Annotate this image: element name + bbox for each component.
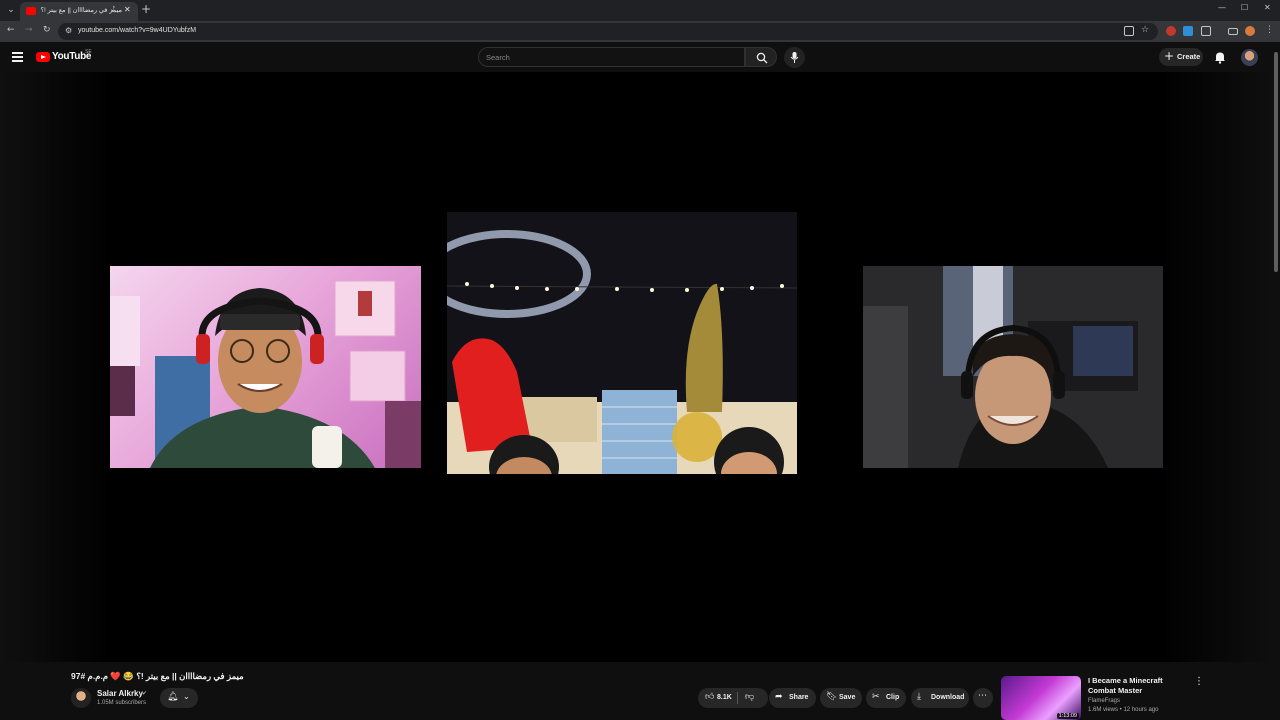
more-horizontal-icon: ⋯ (978, 691, 987, 701)
youtube-header: YouTube SE Search + Create (0, 42, 1280, 72)
forward-icon[interactable]: → (25, 25, 33, 35)
verified-badge-icon: ✔ (142, 690, 148, 697)
tab-search-icon[interactable]: ⌄ (4, 3, 18, 17)
download-label: Download (931, 694, 965, 701)
recommended-more-icon[interactable]: ⋮ (1194, 676, 1204, 687)
browser-toolbar: ← → ↻ ⚙ youtube.com/watch?v=9w4UDYubfzM … (0, 21, 1280, 42)
subscriber-count: 1.05M subscribers (97, 700, 147, 706)
browser-tab-bar: ⌄ ميمز في رمضاااان || مع بيتر !؟ 😂 ❤️ م.… (0, 0, 1280, 21)
page-scrollbar[interactable] (1272, 42, 1280, 720)
new-tab-icon[interactable]: + (141, 2, 151, 16)
recommended-channel[interactable]: FlameFrags (1088, 698, 1120, 704)
youtube-logo-icon[interactable] (36, 52, 50, 62)
create-button[interactable]: + Create (1159, 48, 1203, 66)
voice-search-button[interactable] (784, 47, 805, 68)
channel-avatar[interactable] (71, 688, 91, 708)
bell-icon: 🔔︎ (167, 692, 179, 702)
scissors-icon: ✂ (872, 692, 880, 702)
video-duration: 1:13:09 (1056, 713, 1079, 719)
profile-icon[interactable] (1245, 26, 1255, 36)
install-app-icon[interactable] (1124, 26, 1134, 36)
download-button[interactable]: ⤓ Download (911, 688, 969, 708)
search-button[interactable] (745, 47, 777, 67)
country-code: SE (85, 49, 92, 55)
like-icon[interactable]: 👍︎ (705, 692, 714, 702)
player-edge-right (1162, 72, 1280, 662)
media-control-icon[interactable] (1228, 28, 1238, 35)
center-video-clip (447, 212, 797, 474)
tab-close-icon[interactable]: ✕ (124, 5, 131, 14)
video-title: ميمز في رمضاااان || مع بيتر !؟ 😂 ❤️ م.م.… (71, 671, 244, 681)
recommended-thumbnail[interactable]: 1:13:09 (1001, 676, 1081, 720)
save-button[interactable]: 🔖︎ Save (820, 688, 862, 708)
url-text: youtube.com/watch?v=9w4UDYubfzM (78, 27, 197, 34)
scrollbar-thumb[interactable] (1274, 52, 1278, 272)
like-count[interactable]: 8.1K (717, 694, 732, 701)
channel-name[interactable]: Salar Alkrky (97, 689, 143, 698)
address-bar[interactable]: ⚙ youtube.com/watch?v=9w4UDYubfzM (58, 23, 1158, 40)
minimize-icon[interactable]: — (1218, 3, 1226, 12)
site-info-icon[interactable]: ⚙ (65, 26, 72, 35)
browser-tab[interactable]: ميمز في رمضاااان || مع بيتر !؟ 😂 ❤️ م.م.… (20, 2, 138, 21)
plus-icon: + (1164, 49, 1175, 63)
maximize-icon[interactable]: ☐ (1241, 3, 1248, 12)
share-button[interactable]: ➦ Share (769, 688, 816, 708)
microphone-icon (790, 52, 799, 63)
like-dislike-group: 👍︎ 8.1K 👎︎ (698, 688, 768, 708)
more-actions-button[interactable]: ⋯ (973, 688, 993, 708)
back-icon[interactable]: ← (7, 25, 15, 35)
extensions-puzzle-icon[interactable] (1201, 26, 1211, 36)
recommended-title[interactable]: I Became a Minecraft Combat Master (1088, 676, 1188, 696)
chevron-down-icon: ⌄ (183, 692, 190, 701)
dislike-icon[interactable]: 👎︎ (745, 692, 754, 702)
recommended-meta: 1.6M views • 12 hours ago (1088, 707, 1159, 713)
search-placeholder: Search (486, 53, 510, 62)
menu-icon[interactable] (12, 52, 23, 64)
search-input[interactable]: Search (478, 47, 745, 67)
clip-label: Clip (886, 694, 900, 701)
audio-playing-icon[interactable]: ♪ (111, 5, 115, 13)
player-edge-left (0, 72, 110, 662)
left-webcam-scene (110, 280, 421, 468)
save-label: Save (839, 694, 856, 701)
subscription-notifications-button[interactable]: 🔔︎ ⌄ (160, 688, 198, 708)
right-webcam-scene (863, 266, 1163, 468)
youtube-favicon-icon (26, 7, 36, 15)
reload-icon[interactable]: ↻ (43, 25, 51, 35)
browser-menu-icon[interactable]: ⋮ (1265, 25, 1274, 35)
share-icon: ➦ (775, 692, 783, 702)
clip-button[interactable]: ✂ Clip (866, 688, 906, 708)
account-avatar[interactable] (1241, 49, 1258, 66)
download-icon: ⤓ (917, 692, 921, 702)
left-webcam-frame (110, 266, 421, 468)
share-label: Share (789, 694, 809, 701)
create-label: Create (1177, 52, 1201, 61)
close-window-icon[interactable]: ✕ (1264, 3, 1271, 12)
notifications-bell-icon[interactable] (1214, 51, 1226, 69)
search-icon (756, 52, 768, 64)
right-webcam-frame (863, 266, 1163, 468)
extension-icon[interactable] (1166, 26, 1176, 36)
like-divider (737, 692, 738, 704)
center-clip-scene (447, 212, 797, 474)
extension-translate-icon[interactable] (1183, 26, 1193, 36)
tab-title: ميمز في رمضاااان || مع بيتر !؟ 😂 ❤️ م.م.… (40, 7, 122, 14)
video-player[interactable] (0, 72, 1280, 662)
bookmark-icon: 🔖︎ (826, 692, 838, 702)
bookmark-star-icon[interactable]: ☆ (1141, 25, 1149, 35)
